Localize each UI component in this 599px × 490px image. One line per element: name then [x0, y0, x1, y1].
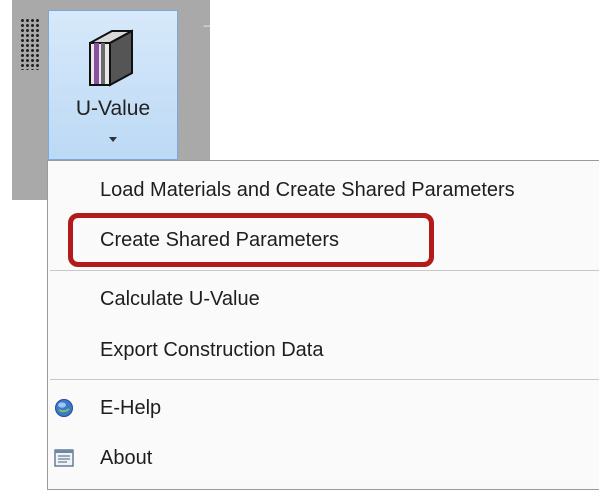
- menu-separator: [50, 270, 599, 271]
- menu-item-label: Calculate U-Value: [100, 288, 260, 310]
- menu-item-label: Load Materials and Create Shared Paramet…: [100, 179, 515, 201]
- u-value-button-label: U-Value: [75, 97, 151, 120]
- highlight-annotation-box: [68, 213, 434, 267]
- dropdown-arrow-icon: [109, 137, 117, 142]
- help-globe-icon: [55, 399, 73, 417]
- menu-item-e-help[interactable]: E-Help: [48, 383, 599, 433]
- u-value-ribbon-button[interactable]: U-Value: [48, 10, 178, 160]
- menu-item-label: Export Construction Data: [100, 339, 324, 361]
- wall-layers-icon: [89, 29, 133, 87]
- panel-expander-icon[interactable]: –: [200, 19, 214, 31]
- menu-item-calculate-u-value[interactable]: Calculate U-Value: [48, 274, 599, 324]
- menu-item-about[interactable]: About: [48, 433, 599, 483]
- menu-separator: [50, 379, 599, 380]
- menu-item-load-materials[interactable]: Load Materials and Create Shared Paramet…: [48, 165, 599, 215]
- menu-item-export-construction-data[interactable]: Export Construction Data: [48, 325, 599, 375]
- drag-grip-handle[interactable]: [20, 18, 40, 70]
- menu-item-label: E-Help: [100, 397, 162, 419]
- menu-item-label: About: [100, 447, 153, 469]
- u-value-dropdown-menu: Load Materials and Create Shared Paramet…: [47, 160, 599, 490]
- about-window-icon: [54, 449, 74, 467]
